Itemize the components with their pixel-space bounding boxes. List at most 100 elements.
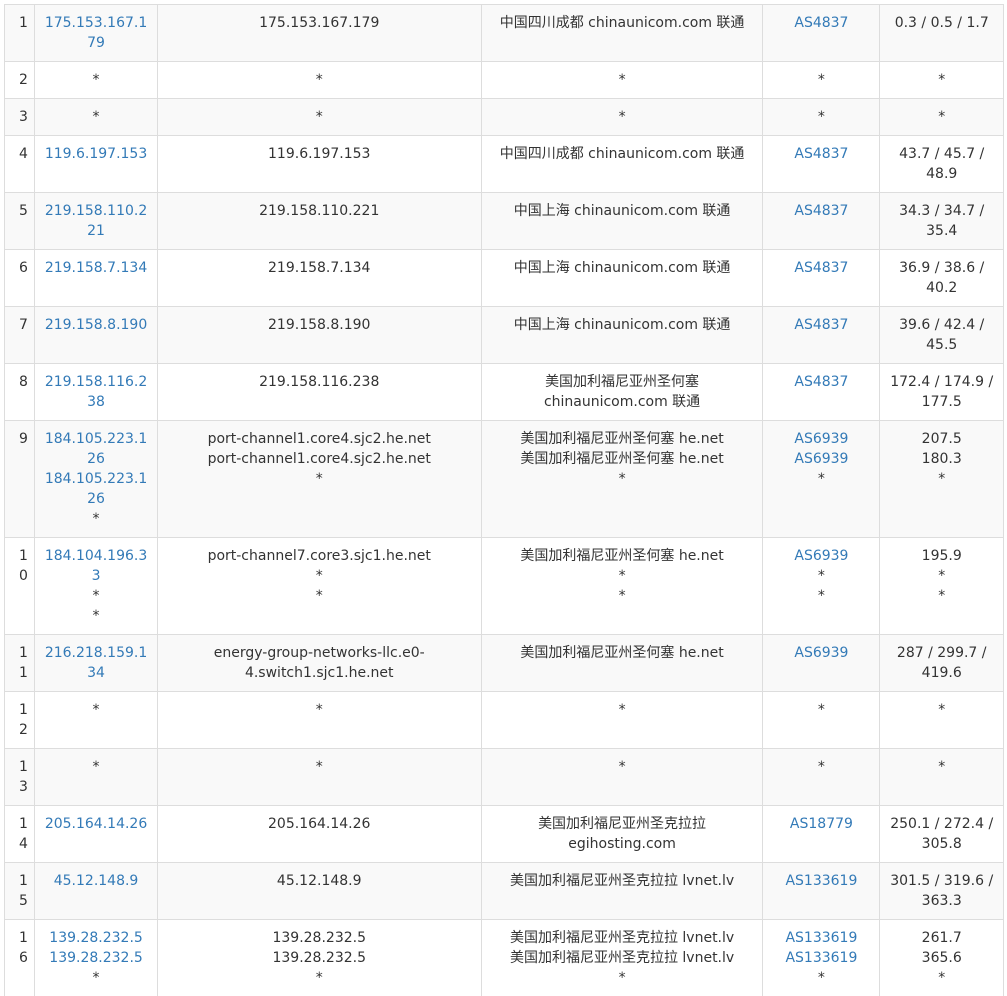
hop-hostname-text: * <box>164 700 475 720</box>
hop-hostname-cell: energy-group-networks-llc.e0-4.switch1.s… <box>157 635 481 692</box>
hop-latency-text: * <box>886 586 997 606</box>
hop-ip-link[interactable]: 219.158.7.134 <box>41 258 150 278</box>
hop-ip-link[interactable]: 45.12.148.9 <box>41 871 150 891</box>
hop-hostname-cell: port-channel1.core4.sjc2.he.netport-chan… <box>157 421 481 538</box>
hop-asn-link[interactable]: AS4837 <box>769 258 873 278</box>
hop-ip-link[interactable]: 184.105.223.126 <box>41 469 150 509</box>
hop-ip-link[interactable]: 139.28.232.5 <box>41 948 150 968</box>
hop-asn-link[interactable]: AS6939 <box>769 546 873 566</box>
hop-asn-text: * <box>769 968 873 988</box>
hop-geolocation-text: 美国加利福尼亚州圣何塞 he.net <box>488 546 757 566</box>
hop-geolocation-cell: * <box>481 62 763 99</box>
hop-latency-cell: 36.9 / 38.6 / 40.2 <box>880 250 1004 307</box>
hop-geolocation-cell: 中国上海 chinaunicom.com 联通 <box>481 250 763 307</box>
table-row: 7219.158.8.190219.158.8.190中国上海 chinauni… <box>5 307 1004 364</box>
hop-asn-cell: * <box>763 62 880 99</box>
hop-ip-link[interactable]: 175.153.167.179 <box>41 13 150 53</box>
hop-ip-link[interactable]: 184.105.223.126 <box>41 429 150 469</box>
hop-latency-cell: 301.5 / 319.6 / 363.3 <box>880 863 1004 920</box>
hop-hostname-text: * <box>164 107 475 127</box>
hop-ip-link[interactable]: 216.218.159.134 <box>41 643 150 683</box>
hop-hostname-text: 45.12.148.9 <box>164 871 475 891</box>
hop-asn-link[interactable]: AS4837 <box>769 201 873 221</box>
hop-asn-link[interactable]: AS4837 <box>769 144 873 164</box>
hop-geolocation-cell: * <box>481 692 763 749</box>
hop-asn-text: * <box>769 107 873 127</box>
hop-asn-cell: AS4837 <box>763 364 880 421</box>
hop-ip-text: * <box>41 606 150 626</box>
hop-ip-link[interactable]: 219.158.8.190 <box>41 315 150 335</box>
hop-latency-text: * <box>886 700 997 720</box>
hop-geolocation-text: 中国上海 chinaunicom.com 联通 <box>488 258 757 278</box>
hop-asn-link[interactable]: AS4837 <box>769 315 873 335</box>
hop-hostname-text: port-channel1.core4.sjc2.he.net <box>164 429 475 449</box>
hop-hostname-cell: 219.158.110.221 <box>157 193 481 250</box>
hop-hostname-text: 139.28.232.5 <box>164 948 475 968</box>
hop-asn-cell: * <box>763 692 880 749</box>
hop-asn-text: * <box>769 70 873 90</box>
hop-ip-link[interactable]: 219.158.110.221 <box>41 201 150 241</box>
hop-number: 3 <box>5 99 35 136</box>
hop-hostname-text: port-channel1.core4.sjc2.he.net <box>164 449 475 469</box>
hop-ip-link[interactable]: 205.164.14.26 <box>41 814 150 834</box>
hop-asn-link[interactable]: AS6939 <box>769 429 873 449</box>
hop-latency-cell: 39.6 / 42.4 / 45.5 <box>880 307 1004 364</box>
hop-latency-text: 195.9 <box>886 546 997 566</box>
hop-ip-link[interactable]: 219.158.116.238 <box>41 372 150 412</box>
hop-asn-link[interactable]: AS133619 <box>769 928 873 948</box>
hop-ip-text: * <box>41 968 150 988</box>
hop-geolocation-text: 美国加利福尼亚州圣何塞 he.net <box>488 449 757 469</box>
table-row: 8219.158.116.238219.158.116.238美国加利福尼亚州圣… <box>5 364 1004 421</box>
hop-ip-cell: 184.104.196.33** <box>35 538 157 635</box>
hop-number: 13 <box>5 749 35 806</box>
hop-geolocation-text: 美国加利福尼亚州圣克拉拉 lvnet.lv <box>488 871 757 891</box>
hop-hostname-text: energy-group-networks-llc.e0-4.switch1.s… <box>164 643 475 683</box>
hop-latency-text: 287 / 299.7 / 419.6 <box>886 643 997 683</box>
hop-latency-cell: * <box>880 692 1004 749</box>
hop-ip-link[interactable]: 119.6.197.153 <box>41 144 150 164</box>
hop-hostname-text: 139.28.232.5 <box>164 928 475 948</box>
hop-number: 2 <box>5 62 35 99</box>
hop-number: 9 <box>5 421 35 538</box>
hop-geolocation-cell: 中国四川成都 chinaunicom.com 联通 <box>481 5 763 62</box>
hop-ip-link[interactable]: 139.28.232.5 <box>41 928 150 948</box>
hop-asn-cell: * <box>763 749 880 806</box>
hop-hostname-text: 219.158.116.238 <box>164 372 475 392</box>
hop-asn-link[interactable]: AS133619 <box>769 871 873 891</box>
hop-geolocation-cell: 美国加利福尼亚州圣何塞 chinaunicom.com 联通 <box>481 364 763 421</box>
hop-asn-link[interactable]: AS6939 <box>769 449 873 469</box>
traceroute-table: 1175.153.167.179175.153.167.179中国四川成都 ch… <box>4 4 1004 996</box>
hop-asn-link[interactable]: AS6939 <box>769 643 873 663</box>
hop-asn-text: * <box>769 469 873 489</box>
hop-hostname-text: * <box>164 968 475 988</box>
hop-hostname-cell: port-channel7.core3.sjc1.he.net** <box>157 538 481 635</box>
hop-asn-link[interactable]: AS4837 <box>769 13 873 33</box>
hop-asn-link[interactable]: AS133619 <box>769 948 873 968</box>
hop-ip-text: * <box>41 70 150 90</box>
hop-ip-cell: 175.153.167.179 <box>35 5 157 62</box>
hop-asn-link[interactable]: AS18779 <box>769 814 873 834</box>
hop-ip-cell: 219.158.110.221 <box>35 193 157 250</box>
hop-latency-cell: 287 / 299.7 / 419.6 <box>880 635 1004 692</box>
hop-hostname-cell: * <box>157 99 481 136</box>
hop-hostname-cell: 45.12.148.9 <box>157 863 481 920</box>
hop-asn-cell: AS4837 <box>763 5 880 62</box>
hop-geolocation-cell: 美国加利福尼亚州圣克拉拉 egihosting.com <box>481 806 763 863</box>
hop-number: 10 <box>5 538 35 635</box>
hop-latency-text: * <box>886 70 997 90</box>
hop-ip-text: * <box>41 107 150 127</box>
hop-asn-link[interactable]: AS4837 <box>769 372 873 392</box>
hop-asn-cell: * <box>763 99 880 136</box>
hop-geolocation-text: * <box>488 566 757 586</box>
hop-geolocation-text: * <box>488 968 757 988</box>
hop-latency-text: 301.5 / 319.6 / 363.3 <box>886 871 997 911</box>
table-row: 9184.105.223.126184.105.223.126 * port-cha… <box>5 421 1004 538</box>
hop-latency-cell: * <box>880 749 1004 806</box>
hop-geolocation-text: 美国加利福尼亚州圣克拉拉 lvnet.lv <box>488 948 757 968</box>
hop-geolocation-text: 中国四川成都 chinaunicom.com 联通 <box>488 13 757 33</box>
hop-latency-cell: * <box>880 62 1004 99</box>
table-row: 1545.12.148.945.12.148.9美国加利福尼亚州圣克拉拉 lvn… <box>5 863 1004 920</box>
hop-ip-link[interactable]: 184.104.196.33 <box>41 546 150 586</box>
hop-asn-cell: AS6939 <box>763 635 880 692</box>
hop-latency-text: 34.3 / 34.7 / 35.4 <box>886 201 997 241</box>
